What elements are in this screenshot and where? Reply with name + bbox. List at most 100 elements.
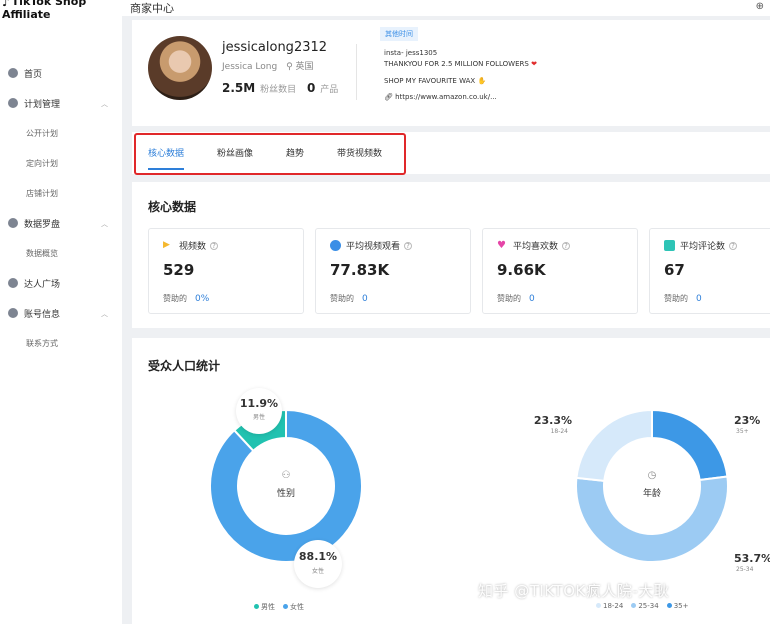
home-icon bbox=[8, 68, 18, 78]
sidebar-item-label: 定向计划 bbox=[26, 158, 58, 168]
gender-center-label: 性别 bbox=[276, 489, 295, 499]
tiktok-shop-logo: ♪ TikTok Shop Affiliate bbox=[2, 0, 86, 21]
creator-username: jessicalong2312 bbox=[222, 40, 328, 55]
creator-profile-card: jessicalong2312 Jessica Long ⚲ 英国 2.5M 粉… bbox=[132, 20, 770, 126]
legend-item-female: 女性 bbox=[283, 602, 304, 612]
logo-line2: Affiliate bbox=[2, 8, 51, 21]
sidebar-item-data-overview[interactable]: 数据概览 bbox=[0, 238, 122, 268]
metric-value: 67 bbox=[664, 261, 685, 279]
metric-foot-value: 0 bbox=[529, 294, 535, 304]
divider bbox=[356, 44, 357, 100]
top-bar: 商家中心 ⊕ bbox=[122, 0, 770, 16]
sidebar-item-store-plan[interactable]: 店铺计划 bbox=[0, 178, 122, 208]
legend-item-male: 男性 bbox=[254, 602, 275, 612]
male-label: 男性 bbox=[252, 414, 265, 421]
tab-core-data[interactable]: 核心数据 bbox=[148, 146, 184, 159]
legend-label: 男性 bbox=[261, 603, 275, 611]
products-label: 产品 bbox=[320, 85, 339, 95]
female-pct: 88.1% bbox=[298, 550, 338, 563]
sidebar-item-public-plan[interactable]: 公开计划 bbox=[0, 118, 122, 148]
gender-legend: 男性 女性 bbox=[254, 602, 304, 612]
page-title: 商家中心 bbox=[130, 2, 174, 15]
products-count: 0 bbox=[306, 81, 316, 95]
metric-value: 9.66K bbox=[497, 261, 546, 279]
sidebar-item-label: 店铺计划 bbox=[26, 188, 58, 198]
metric-foot-label: 赞助的 bbox=[664, 294, 688, 303]
bio-line: insta- jess1305 bbox=[384, 49, 438, 57]
gender-icon: ⚇ bbox=[281, 470, 291, 481]
sidebar-item-label: 数据罗盘 bbox=[24, 219, 61, 230]
help-icon[interactable]: ? bbox=[404, 241, 413, 250]
sidebar-nav: 首页 计划管理 ︿ 公开计划 定向计划 店铺计划 数据罗盘 ︿ 数据概览 达人广场 … bbox=[0, 58, 122, 358]
metric-card-avg-comments: 平均评论数? 67 赞助的 0 bbox=[649, 228, 770, 314]
legend-label: 25-34 bbox=[638, 602, 659, 610]
tab-trends[interactable]: 趋势 bbox=[286, 146, 304, 159]
bio-link[interactable]: 🔗︎ https://www.amazon.co.uk/... bbox=[384, 92, 537, 103]
metric-label: 平均评论数 bbox=[680, 242, 726, 252]
sidebar-item-home[interactable]: 首页 bbox=[0, 58, 122, 88]
sidebar-item-creator-plaza[interactable]: 达人广场 bbox=[0, 268, 122, 298]
metric-label: 平均视频观看 bbox=[346, 242, 401, 252]
age-18-24-label: 18-24 bbox=[550, 428, 568, 435]
legend-item-18-24: 18-24 bbox=[596, 602, 623, 610]
people-icon bbox=[8, 278, 18, 288]
tab-fan-profile[interactable]: 粉丝画像 bbox=[217, 146, 253, 159]
chevron-up-icon: ︿ bbox=[101, 100, 108, 108]
legend-label: 18-24 bbox=[603, 602, 624, 610]
legend-item-25-34: 25-34 bbox=[631, 602, 659, 610]
country-text: 英国 bbox=[295, 62, 314, 72]
sidebar: ♪ TikTok Shop Affiliate 首页 计划管理 ︿ 公开计划 定向计… bbox=[0, 0, 122, 624]
metric-label: 平均喜欢数 bbox=[513, 242, 559, 252]
play-icon: ▶ bbox=[163, 240, 174, 251]
plan-icon bbox=[8, 98, 18, 108]
sidebar-item-account-info[interactable]: 账号信息 ︿ bbox=[0, 298, 122, 328]
heart-icon: ❤ bbox=[531, 60, 537, 68]
active-tab-underline bbox=[148, 168, 184, 170]
sidebar-item-contact[interactable]: 联系方式 bbox=[0, 328, 122, 358]
creator-stats: 2.5M 粉丝数目 0 产品 bbox=[222, 81, 338, 95]
comment-icon bbox=[664, 240, 675, 251]
globe-icon[interactable]: ⊕ bbox=[756, 1, 764, 12]
metric-value: 77.83K bbox=[330, 261, 390, 279]
metric-card-avg-views: 平均视频观看? 77.83K 赞助的 0 bbox=[315, 228, 471, 314]
audience-title: 受众人口统计 bbox=[148, 359, 221, 373]
male-bubble bbox=[236, 388, 282, 434]
age-25-34-pct: 53.7% bbox=[734, 552, 770, 565]
sidebar-item-label: 联系方式 bbox=[26, 338, 58, 348]
sidebar-item-targeted-plan[interactable]: 定向计划 bbox=[0, 148, 122, 178]
age-25-34-label: 25-34 bbox=[736, 566, 754, 573]
help-icon[interactable]: ? bbox=[210, 241, 219, 250]
sidebar-item-label: 首页 bbox=[24, 69, 43, 80]
hand-icon: ✋ bbox=[477, 77, 487, 85]
metric-card-avg-likes: ♥ 平均喜欢数? 9.66K 赞助的 0 bbox=[482, 228, 638, 314]
female-bubble bbox=[294, 540, 342, 588]
compass-icon bbox=[8, 218, 18, 228]
sidebar-item-label: 账号信息 bbox=[24, 309, 61, 320]
sidebar-item-label: 数据概览 bbox=[26, 248, 58, 258]
sidebar-item-data-compass[interactable]: 数据罗盘 ︿ bbox=[0, 208, 122, 238]
metric-foot-label: 赞助的 bbox=[330, 294, 354, 303]
bio-line: THANKYOU FOR 2.5 MILLION FOLLOWERS bbox=[384, 60, 529, 68]
realname-text: Jessica Long bbox=[222, 62, 278, 72]
metric-value: 529 bbox=[163, 261, 195, 279]
tab-sales-videos[interactable]: 带货视频数 bbox=[337, 146, 382, 159]
logo-line1: TikTok Shop bbox=[11, 0, 87, 8]
help-icon[interactable]: ? bbox=[729, 241, 738, 250]
heart-icon: ♥ bbox=[497, 240, 508, 251]
location-pin-icon: ⚲ bbox=[286, 62, 293, 72]
sidebar-item-plan-management[interactable]: 计划管理 ︿ bbox=[0, 88, 122, 118]
legend-label: 女性 bbox=[290, 603, 304, 611]
legend-label: 35+ bbox=[673, 602, 689, 610]
sidebar-item-label: 达人广场 bbox=[24, 279, 61, 290]
help-icon[interactable]: ? bbox=[562, 241, 571, 250]
followers-count: 2.5M bbox=[222, 81, 256, 95]
eye-icon bbox=[330, 240, 341, 251]
age-center-label: 年龄 bbox=[642, 489, 661, 499]
bio-link-text: https://www.amazon.co.uk/... bbox=[395, 93, 497, 101]
clock-icon: ◷ bbox=[647, 470, 657, 481]
legend-item-35-plus: 35+ bbox=[666, 602, 689, 610]
metric-foot-label: 赞助的 bbox=[497, 294, 521, 303]
female-label: 女性 bbox=[311, 568, 324, 575]
link-icon: 🔗︎ bbox=[384, 93, 393, 101]
age-legend: 18-24 25-34 35+ bbox=[596, 602, 688, 610]
